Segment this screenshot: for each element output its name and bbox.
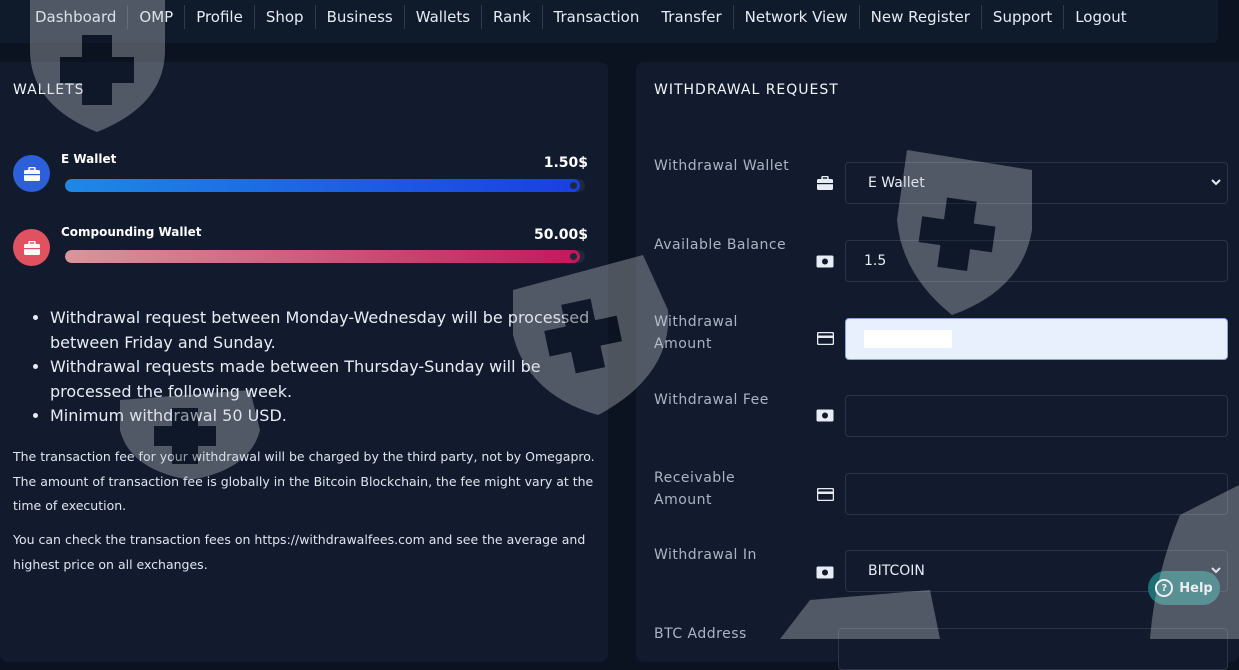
question-icon: ?	[1155, 579, 1174, 597]
withdrawal-wallet-value: E Wallet	[868, 175, 925, 191]
withdrawal-rules-list: Withdrawal request between Monday-Wednes…	[28, 306, 610, 429]
nav-shop[interactable]: Shop	[255, 4, 316, 29]
withdrawal-fee-label: Withdrawal Fee	[654, 392, 769, 408]
nav-wallets[interactable]: Wallets	[405, 4, 483, 29]
withdrawal-wallet-label: Withdrawal Wallet	[654, 158, 790, 174]
withdrawal-amount-input[interactable]	[845, 318, 1228, 360]
withdrawal-amount-value	[864, 330, 952, 348]
nav-transfer[interactable]: Transfer	[650, 4, 734, 29]
nav-dashboard[interactable]: Dashboard	[0, 4, 129, 29]
compounding-wallet-label: Compounding Wallet	[61, 225, 202, 239]
rule-item: Minimum withdrawal 50 USD.	[50, 404, 610, 429]
credit-card-icon	[815, 330, 835, 346]
nav-logout[interactable]: Logout	[1064, 5, 1137, 29]
nav-profile[interactable]: Profile	[185, 4, 255, 29]
btc-address-label: BTC Address	[654, 626, 747, 642]
briefcase-icon	[815, 175, 835, 191]
withdrawal-amount-label: Withdrawal Amount	[654, 314, 738, 352]
money-bill-icon	[815, 253, 835, 269]
receivable-amount-field[interactable]	[845, 473, 1228, 515]
chevron-down-icon	[1211, 179, 1221, 186]
nav-business[interactable]: Business	[316, 4, 405, 29]
rule-item: Withdrawal request between Monday-Wednes…	[50, 306, 610, 355]
nav-rank[interactable]: Rank	[482, 4, 543, 29]
money-bill-icon	[815, 407, 835, 423]
available-balance-field[interactable]: 1.5	[845, 240, 1228, 282]
e-wallet-progress-fill	[65, 179, 580, 192]
nav-transaction[interactable]: Transaction	[543, 5, 651, 29]
withdrawal-in-label: Withdrawal In	[654, 547, 757, 563]
withdrawal-in-value: BITCOIN	[868, 563, 925, 579]
wallets-title: WALLETS	[13, 82, 85, 98]
briefcase-icon	[13, 155, 50, 192]
compounding-wallet-amount: 50.00$	[533, 227, 588, 243]
e-wallet-progress-knob	[569, 182, 577, 189]
e-wallet-label: E Wallet	[61, 152, 117, 166]
help-label: Help	[1179, 580, 1213, 596]
available-balance-label: Available Balance	[654, 237, 787, 253]
nav-new-register[interactable]: New Register	[860, 4, 982, 29]
compounding-wallet-progress-knob	[569, 253, 577, 260]
nav-support[interactable]: Support	[982, 4, 1065, 29]
e-wallet-amount: 1.50$	[543, 155, 588, 171]
withdrawal-fee-field[interactable]	[845, 395, 1228, 437]
receivable-amount-label: Receivable Amount	[654, 470, 736, 508]
fee-note: The transaction fee for your withdrawal …	[13, 449, 595, 513]
nav-omp[interactable]: OMP	[128, 4, 186, 29]
help-button[interactable]: ? Help	[1148, 571, 1220, 605]
fee-check-note: You can check the transaction fees on ht…	[13, 532, 586, 572]
e-wallet-progress-bar	[65, 179, 585, 192]
rule-item: Withdrawal requests made between Thursda…	[50, 355, 610, 404]
btc-address-input[interactable]	[838, 628, 1228, 670]
compounding-wallet-progress-fill	[65, 250, 580, 263]
credit-card-icon	[815, 486, 835, 502]
nav-network-view[interactable]: Network View	[734, 4, 860, 29]
top-navbar: Dashboard OMP Profile Shop Business Wall…	[0, 0, 1218, 43]
withdrawal-request-title: WITHDRAWAL REQUEST	[654, 82, 839, 98]
withdrawal-wallet-select[interactable]: E Wallet	[845, 162, 1228, 204]
compounding-wallet-progress-bar	[65, 250, 585, 263]
briefcase-icon	[13, 229, 50, 266]
money-bill-icon	[815, 564, 835, 580]
